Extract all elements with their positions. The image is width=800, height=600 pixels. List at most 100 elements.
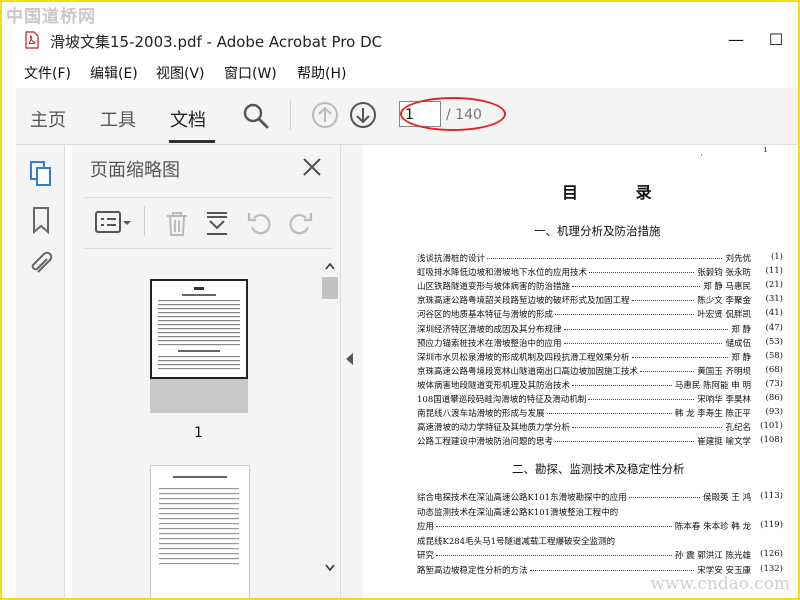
toc-leader-dots	[629, 497, 700, 498]
thumbnail-text-lines	[159, 476, 239, 565]
panel-title: 页面缩略图	[90, 160, 180, 181]
screenshot-frame: 中国道桥网 滑坡文集15-2003.pdf - Adobe Acrobat Pr…	[0, 0, 800, 600]
page-thumbnails-icon[interactable]	[28, 159, 54, 189]
toc-leader-dots	[547, 413, 672, 415]
active-tab-indicator	[169, 140, 215, 143]
extract-icon[interactable]	[204, 210, 230, 238]
panel-splitter[interactable]	[340, 145, 363, 598]
toc-leader-dots	[436, 555, 672, 556]
toc-entry-page: (21)	[765, 280, 783, 291]
toc-entry-page: (126)	[760, 549, 783, 559]
toc-entry-page: (73)	[765, 378, 783, 389]
toc-entry-page: (58)	[765, 350, 783, 361]
annotation-ellipse	[400, 97, 506, 131]
toc-entry-title: 京珠高速公路粤境韶关段路堑边坡的破坏形式及加固工程	[417, 296, 630, 307]
bookmark-icon[interactable]	[28, 205, 54, 235]
search-icon[interactable]	[242, 102, 270, 130]
thumbnail-scrollbar[interactable]	[320, 257, 340, 577]
toc-entry-page: (53)	[765, 336, 783, 347]
toc-leader-dots	[572, 384, 672, 386]
scroll-thumb	[322, 277, 338, 299]
toc-entry-page: (113)	[760, 491, 783, 501]
toc-leader-dots	[632, 356, 728, 358]
toc-leader-dots	[640, 370, 694, 372]
thumbnail-text-lines	[158, 287, 240, 370]
menu-help[interactable]: 帮助(H)	[297, 63, 346, 83]
toc-entry-title: 研究	[417, 551, 435, 561]
toc-entry-title: 京珠高速公路粤境段宽林山隧道南出口高边坡加固施工技术	[417, 366, 639, 377]
toc-entry-page: (11)	[765, 266, 783, 277]
toc-entry-title: 预应力锚索桩技术在滑坡整治中的应用	[417, 338, 562, 349]
tab-document[interactable]: 文档	[170, 106, 206, 132]
toc-entry-author: 孔纪名	[725, 423, 751, 434]
toc-leader-dots	[632, 300, 694, 302]
menu-window[interactable]: 窗口(W)	[224, 63, 277, 83]
toc-leader-dots	[487, 258, 722, 259]
panel-toolbar	[84, 197, 332, 249]
toc-leader-dots	[572, 427, 722, 429]
panel-separator	[144, 206, 145, 236]
toc-entry-page: (68)	[765, 364, 783, 375]
next-page-icon[interactable]	[349, 101, 377, 129]
toc-entry-author: 陈少文 李聚金	[697, 296, 751, 307]
menu-edit[interactable]: 编辑(E)	[90, 63, 138, 83]
toc-entry-author: 郑 静	[731, 324, 751, 335]
rotate-left-icon[interactable]	[246, 210, 272, 238]
window-title: 滑坡文集15-2003.pdf - Adobe Acrobat Pro DC	[50, 33, 383, 51]
toc-entry-author: 黄国玉 齐明坝	[697, 366, 751, 377]
toc-entry-page: (101)	[760, 421, 783, 432]
scrollbar-graphic	[322, 262, 338, 572]
maximize-button[interactable]: ☐	[766, 30, 786, 50]
toc-entry-author: 侯殿英 王 鸿	[703, 493, 751, 503]
thumbnail-page-number: 1	[194, 425, 203, 441]
page-mark: ·	[700, 151, 703, 161]
options-menu-icon[interactable]	[94, 210, 132, 236]
prev-page-icon[interactable]	[311, 101, 339, 129]
page-thumbnail-2[interactable]	[150, 465, 250, 598]
toc-leader-dots	[555, 441, 694, 443]
toc-entry-author: 崔建挺 喻文学	[697, 437, 751, 448]
toc-entry-author: 刘先优	[725, 254, 751, 264]
toc-leader-dots	[564, 328, 728, 330]
collapse-arrow-icon[interactable]	[346, 353, 353, 365]
section-title-1: 一、机理分析及防治措施	[534, 224, 661, 238]
toc-entry-title: 高速滑坡的动力学特征及其地质力学分析	[417, 423, 571, 434]
tab-tools[interactable]: 工具	[100, 106, 136, 132]
toc-entry-page: (41)	[765, 308, 783, 319]
toc-entry-page: (1)	[770, 252, 783, 262]
rotate-right-icon[interactable]	[288, 210, 314, 238]
attachment-icon[interactable]	[28, 249, 54, 279]
toc-entry-page: (31)	[765, 294, 783, 305]
toc-heading: 目 录	[562, 183, 678, 202]
toc-entry-title: 动态监测技术在深汕高速公路K101滑坡整治工程中的	[417, 507, 619, 518]
minimize-button[interactable]: —	[726, 30, 746, 50]
toc-entry-title: 虹吸排水降低边坡和滑坡地下水位的应用技术	[417, 268, 588, 279]
toc-entry-title: 应用	[417, 522, 435, 532]
toc-entry-author: 储成伍	[725, 338, 751, 349]
scroll-down-arrow	[325, 564, 335, 572]
toc-entry-author: 马惠民 陈阿能 申 明	[674, 380, 751, 391]
toc-entry-title: 河谷区的地质基本特征与滑坡的形成	[417, 310, 554, 321]
toc-entry-title: 坡体病害地段隧道变形机理及其防治技术	[417, 380, 571, 391]
close-icon[interactable]	[300, 155, 324, 179]
page-thumbnail-1[interactable]	[150, 279, 248, 413]
toc-entry-page: (47)	[765, 322, 783, 333]
toc-leader-dots	[530, 569, 694, 571]
toc-entry-page: (93)	[765, 407, 783, 418]
menu-view[interactable]: 视图(V)	[156, 63, 205, 83]
tab-home[interactable]: 主页	[30, 106, 66, 132]
section-title-2: 二、勘探、监测技术及稳定性分析	[512, 462, 685, 476]
toc-entry-title: 浅谈抗滑桩的设计	[417, 254, 486, 264]
toc-entry-title: 成昆线K284毛头马1号隧道减载工程爆破安全监测的	[417, 536, 615, 547]
toc-entry-title: 南昆线八渡车站滑坡的形成与发展	[417, 409, 545, 420]
toc-entry-title: 山区铁路隧道变形与坡体病害的防治措施	[417, 282, 571, 293]
document-page: · ı 目 录 一、机理分析及防治措施 浅谈抗滑桩的设计 刘先优 (1) 虹吸排水降低…	[364, 145, 798, 598]
toc-entry-title: 108国道攀巡段码畦沟滑坡的特征及滑动机制	[417, 395, 587, 405]
menu-file[interactable]: 文件(F)	[24, 63, 71, 83]
toc-leader-dots	[436, 526, 672, 527]
toc-entry-title: 综合电探技术在深汕高速公路K101东滑坡勘探中的应用	[417, 493, 627, 503]
toc-entry-author: 韩 龙 李寿生 陈正平	[674, 409, 751, 420]
toc-entry-author: 宋响华 李昊林	[697, 395, 751, 405]
toc-entry-author: 郑 静	[731, 352, 751, 363]
delete-icon[interactable]	[164, 210, 190, 238]
